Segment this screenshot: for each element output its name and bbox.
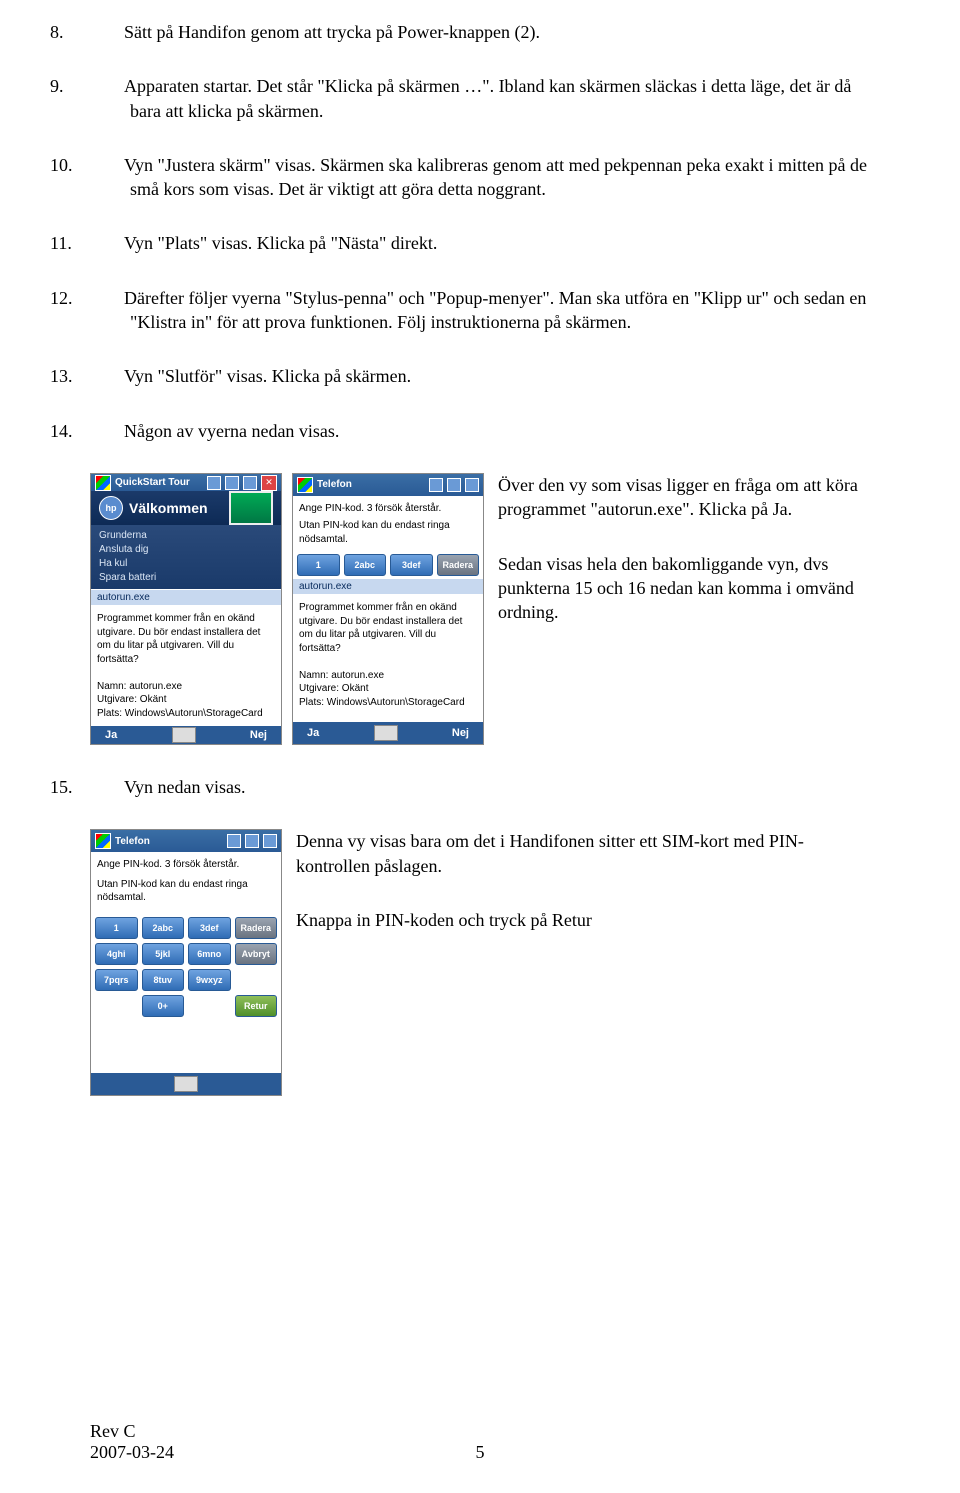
- yes-button[interactable]: Ja: [105, 729, 117, 741]
- speaker-icon: [465, 478, 479, 492]
- status-icon: [207, 476, 221, 490]
- step-13: 13.Vyn "Slutför" visas. Klicka på skärme…: [90, 364, 870, 388]
- status-icon: [227, 834, 241, 848]
- key-2[interactable]: 2abc: [344, 554, 387, 576]
- signal-icon: [245, 834, 259, 848]
- titlebar-text: QuickStart Tour: [115, 477, 203, 488]
- welcome-list: GrundernaAnsluta digHa kulSpara batteri: [91, 525, 281, 589]
- pin-prompt: Ange PIN-kod. 3 försök återstår.: [299, 502, 477, 516]
- row-step-15: Telefon Ange PIN-kod. 3 försök återstår.…: [90, 829, 870, 1096]
- key-7[interactable]: 7pqrs: [95, 969, 138, 991]
- step-8: 8.Sätt på Handifon genom att trycka på P…: [90, 20, 870, 44]
- step-12: 12.Därefter följer vyerna "Stylus-penna"…: [90, 286, 870, 335]
- key-delete[interactable]: Radera: [235, 917, 278, 939]
- keyboard-icon[interactable]: [374, 725, 398, 741]
- keyboard-icon[interactable]: [172, 727, 196, 743]
- pin-info: Utan PIN-kod kan du endast ringa nödsamt…: [299, 519, 477, 546]
- dialog-title: autorun.exe: [91, 589, 281, 606]
- titlebar-text: Telefon: [115, 836, 223, 847]
- step-14: 14.Någon av vyerna nedan visas.: [90, 419, 870, 443]
- step-9: 9.Apparaten startar. Det står "Klicka på…: [90, 74, 870, 123]
- key-1[interactable]: 1: [95, 917, 138, 939]
- yes-button[interactable]: Ja: [307, 727, 319, 739]
- key-cancel[interactable]: Avbryt: [235, 943, 278, 965]
- key-3[interactable]: 3def: [188, 917, 231, 939]
- keyboard-icon[interactable]: [174, 1076, 198, 1092]
- hp-logo-icon: hp: [99, 496, 123, 520]
- speaker-icon: [243, 476, 257, 490]
- step-10: 10.Vyn "Justera skärm" visas. Skärmen sk…: [90, 153, 870, 202]
- key-4[interactable]: 4ghi: [95, 943, 138, 965]
- welcome-image: [229, 491, 273, 525]
- key-0[interactable]: 0+: [142, 995, 185, 1017]
- page-number: 5: [476, 1442, 485, 1463]
- screenshot-telefon-keypad: Telefon Ange PIN-kod. 3 försök återstår.…: [90, 829, 282, 1096]
- pin-prompt: Ange PIN-kod. 3 försök återstår.: [97, 858, 275, 872]
- key-9[interactable]: 9wxyz: [188, 969, 231, 991]
- dialog-title: autorun.exe: [293, 578, 483, 595]
- key-6[interactable]: 6mno: [188, 943, 231, 965]
- dialog-message: Programmet kommer från en okänd utgivare…: [299, 601, 477, 655]
- key-8[interactable]: 8tuv: [142, 969, 185, 991]
- step-15: 15.Vyn nedan visas.: [90, 775, 870, 799]
- no-button[interactable]: Nej: [452, 727, 469, 739]
- step-15-desc-2: Knappa in PIN-koden och tryck på Retur: [296, 908, 870, 932]
- key-3[interactable]: 3def: [390, 554, 433, 576]
- footer: Rev C 2007-03-24: [90, 1421, 174, 1463]
- signal-icon: [447, 478, 461, 492]
- key-return[interactable]: Retur: [235, 995, 278, 1017]
- titlebar-text: Telefon: [317, 479, 425, 490]
- step-14-desc-1: Över den vy som visas ligger en fråga om…: [498, 473, 870, 522]
- dialog-message: Programmet kommer från en okänd utgivare…: [97, 612, 275, 666]
- key-1[interactable]: 1: [297, 554, 340, 576]
- speaker-icon: [263, 834, 277, 848]
- key-5[interactable]: 5jkl: [142, 943, 185, 965]
- no-button[interactable]: Nej: [250, 729, 267, 741]
- screenshot-quickstart: QuickStart Tour✕ hpVälkommen GrundernaAn…: [90, 473, 282, 745]
- key-delete[interactable]: Radera: [437, 554, 480, 576]
- start-flag-icon: [297, 477, 313, 493]
- step-14-desc-2: Sedan visas hela den bakomliggande vyn, …: [498, 552, 870, 625]
- close-icon: ✕: [261, 475, 277, 491]
- start-flag-icon: [95, 475, 111, 491]
- signal-icon: [225, 476, 239, 490]
- screenshot-telefon-autorun: Telefon Ange PIN-kod. 3 försök återstår.…: [292, 473, 484, 745]
- step-15-desc-1: Denna vy visas bara om det i Handifonen …: [296, 829, 870, 878]
- key-2[interactable]: 2abc: [142, 917, 185, 939]
- pin-info: Utan PIN-kod kan du endast ringa nödsamt…: [97, 878, 275, 905]
- status-icon: [429, 478, 443, 492]
- step-11: 11.Vyn "Plats" visas. Klicka på "Nästa" …: [90, 231, 870, 255]
- row-step-14: QuickStart Tour✕ hpVälkommen GrundernaAn…: [90, 473, 870, 745]
- start-flag-icon: [95, 833, 111, 849]
